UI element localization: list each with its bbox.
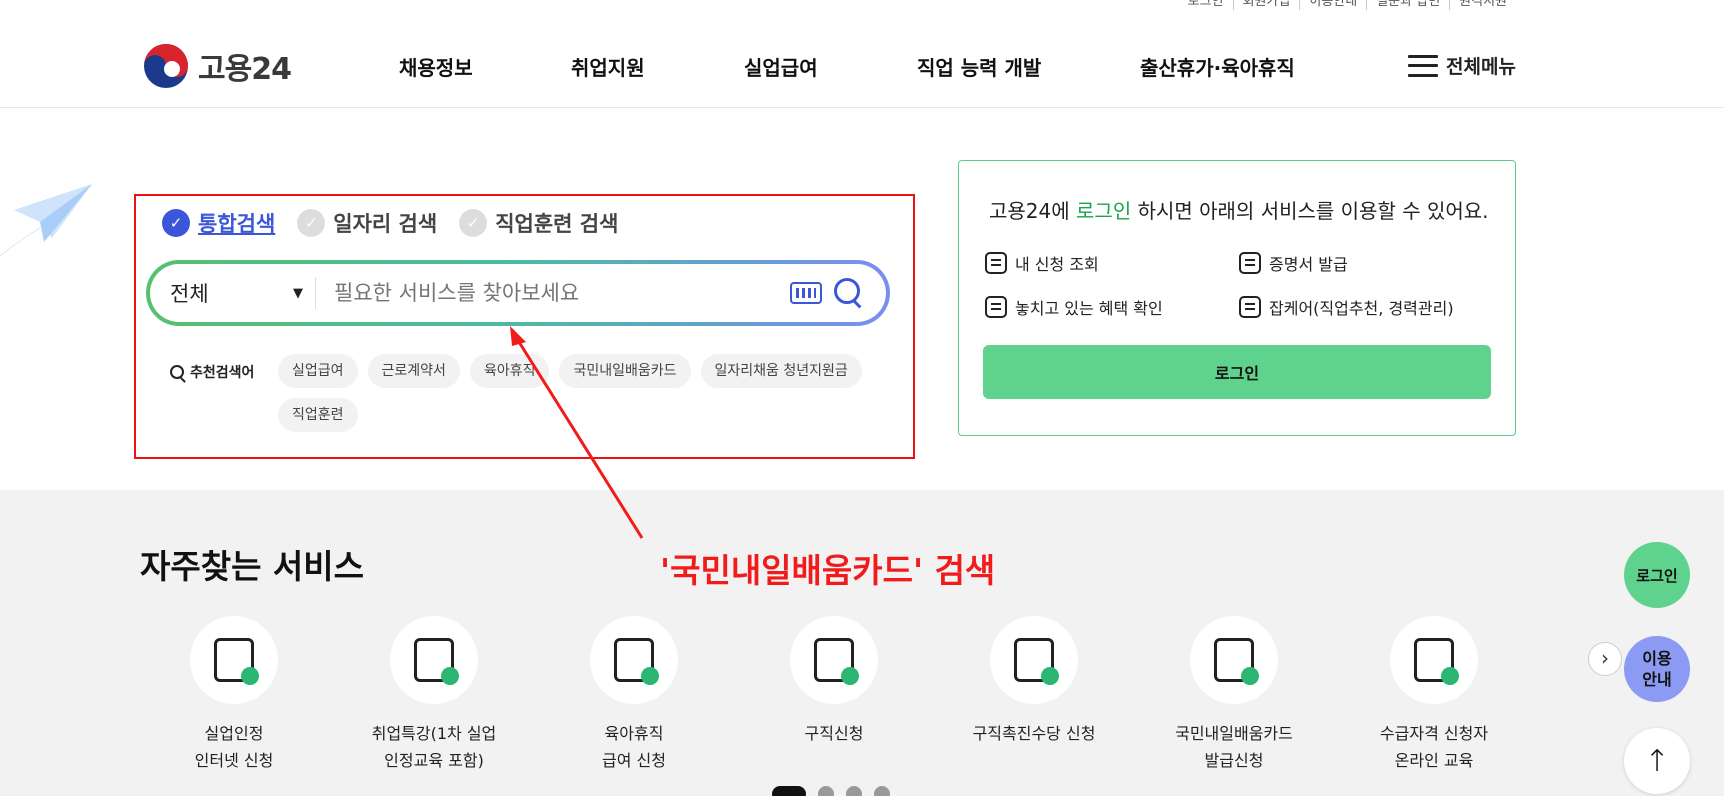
clipboard-clock-icon xyxy=(1239,296,1261,318)
login-panel-title: 고용24에 로그인 하시면 아래의 서비스를 이용할 수 있어요. xyxy=(989,199,1489,223)
presentation-board-icon xyxy=(414,638,459,685)
keyword-chip[interactable]: 근로계약서 xyxy=(367,354,460,388)
tab-integrated-search[interactable]: ✓ 통합검색 xyxy=(162,208,275,238)
floating-login-button[interactable]: 로그인 xyxy=(1624,542,1690,608)
site-header: 고용24 채용정보 취업지원 실업급여 직업 능력 개발 출산휴가·육아휴직 전… xyxy=(0,0,1724,108)
tab-training-search[interactable]: ✓ 직업훈련 검색 xyxy=(459,208,618,238)
search-scope-select[interactable]: 전체 ▼ xyxy=(170,277,316,309)
nav-skill-development[interactable]: 직업 능력 개발 xyxy=(917,52,1041,81)
search-input[interactable] xyxy=(316,281,790,305)
service-my-applications[interactable]: 내 신청 조회 xyxy=(985,251,1099,275)
annotation-text: '국민내일배움카드' 검색 xyxy=(660,551,996,590)
section-title: 자주찾는 서비스 xyxy=(140,547,365,586)
pager-dot[interactable] xyxy=(874,786,890,796)
search-icon xyxy=(170,365,184,379)
nav-jobs[interactable]: 채용정보 xyxy=(399,52,473,81)
search-bar: 전체 ▼ xyxy=(146,260,890,326)
certificate-icon xyxy=(1239,252,1261,274)
search-scope-value: 전체 xyxy=(170,282,209,306)
pager-dot[interactable] xyxy=(818,786,834,796)
frequent-services-section: 자주찾는 서비스 실업인정 인터넷 신청 취업특강(1차 실업 인정교육 포함) 육… xyxy=(0,490,1724,796)
tab-label: 통합검색 xyxy=(198,212,276,236)
annotation-arrow xyxy=(510,326,644,539)
search-icon[interactable] xyxy=(832,276,866,310)
service-job-application[interactable]: 구직신청 xyxy=(734,616,934,747)
person-pen-icon xyxy=(814,638,859,685)
login-button[interactable]: 로그인 xyxy=(983,345,1491,399)
floating-guide-button[interactable]: 이용 안내 xyxy=(1624,636,1690,702)
service-certificate[interactable]: 증명서 발급 xyxy=(1239,251,1348,275)
monitor-play-icon xyxy=(1414,638,1459,685)
service-job-lecture[interactable]: 취업특강(1차 실업 인정교육 포함) xyxy=(334,616,534,774)
scroll-top-button[interactable]: ↑ xyxy=(1624,728,1690,794)
login-panel: 고용24에 로그인 하시면 아래의 서비스를 이용할 수 있어요. 내 신청 조… xyxy=(958,160,1516,436)
search-tabs: ✓ 통합검색 ✓ 일자리 검색 ✓ 직업훈련 검색 xyxy=(162,208,618,238)
service-online-education[interactable]: 수급자격 신청자 온라인 교육 xyxy=(1334,616,1534,774)
service-missed-benefits[interactable]: 놓치고 있는 혜택 확인 xyxy=(985,295,1163,319)
pager-dot[interactable] xyxy=(846,786,862,796)
service-unemployment-recognition[interactable]: 실업인정 인터넷 신청 xyxy=(134,616,334,774)
virtual-keyboard-icon[interactable] xyxy=(790,282,822,304)
carousel-next-button[interactable]: › xyxy=(1588,642,1622,676)
service-parental-leave-pay[interactable]: 육아휴직 급여 신청 xyxy=(534,616,734,774)
document-search-icon xyxy=(985,296,1007,318)
check-icon: ✓ xyxy=(162,209,190,237)
paper-plane-icon xyxy=(0,184,92,257)
hamburger-icon xyxy=(1408,54,1438,77)
recommended-keywords-label: 추천검색어 xyxy=(170,362,254,382)
keyword-chip[interactable]: 실업급여 xyxy=(278,354,358,388)
nav-employment-support[interactable]: 취업지원 xyxy=(571,52,645,81)
service-jobcare[interactable]: 잡케어(직업추천, 경력관리) xyxy=(1239,295,1454,319)
service-learning-card[interactable]: 국민내일배움카드 발급신청 xyxy=(1134,616,1334,774)
dropdown-arrow-icon: ▼ xyxy=(293,285,303,301)
checklist-icon xyxy=(985,252,1007,274)
carousel-pager xyxy=(772,786,890,796)
nav-unemployment-benefit[interactable]: 실업급여 xyxy=(744,52,818,81)
all-menu-label: 전체메뉴 xyxy=(1446,56,1516,78)
all-menu-button[interactable]: 전체메뉴 xyxy=(1408,52,1516,79)
check-icon: ✓ xyxy=(459,209,488,237)
baby-bottle-icon xyxy=(614,638,659,685)
check-icon: ✓ xyxy=(297,209,326,237)
tab-job-search[interactable]: ✓ 일자리 검색 xyxy=(297,208,437,238)
service-job-promotion-allowance[interactable]: 구직촉진수당 신청 xyxy=(934,616,1134,747)
card-icon xyxy=(1214,638,1259,685)
tab-label: 일자리 검색 xyxy=(333,212,438,236)
pager-dot-active[interactable] xyxy=(772,786,806,796)
document-pen-icon xyxy=(214,638,259,685)
nav-maternity-leave[interactable]: 출산휴가·육아휴직 xyxy=(1140,52,1295,81)
tab-label: 직업훈련 검색 xyxy=(495,212,619,236)
money-bag-icon xyxy=(1014,638,1059,685)
keyword-chip[interactable]: 직업훈련 xyxy=(278,398,358,432)
keyword-chip[interactable]: 일자리채움 청년지원금 xyxy=(700,354,862,388)
